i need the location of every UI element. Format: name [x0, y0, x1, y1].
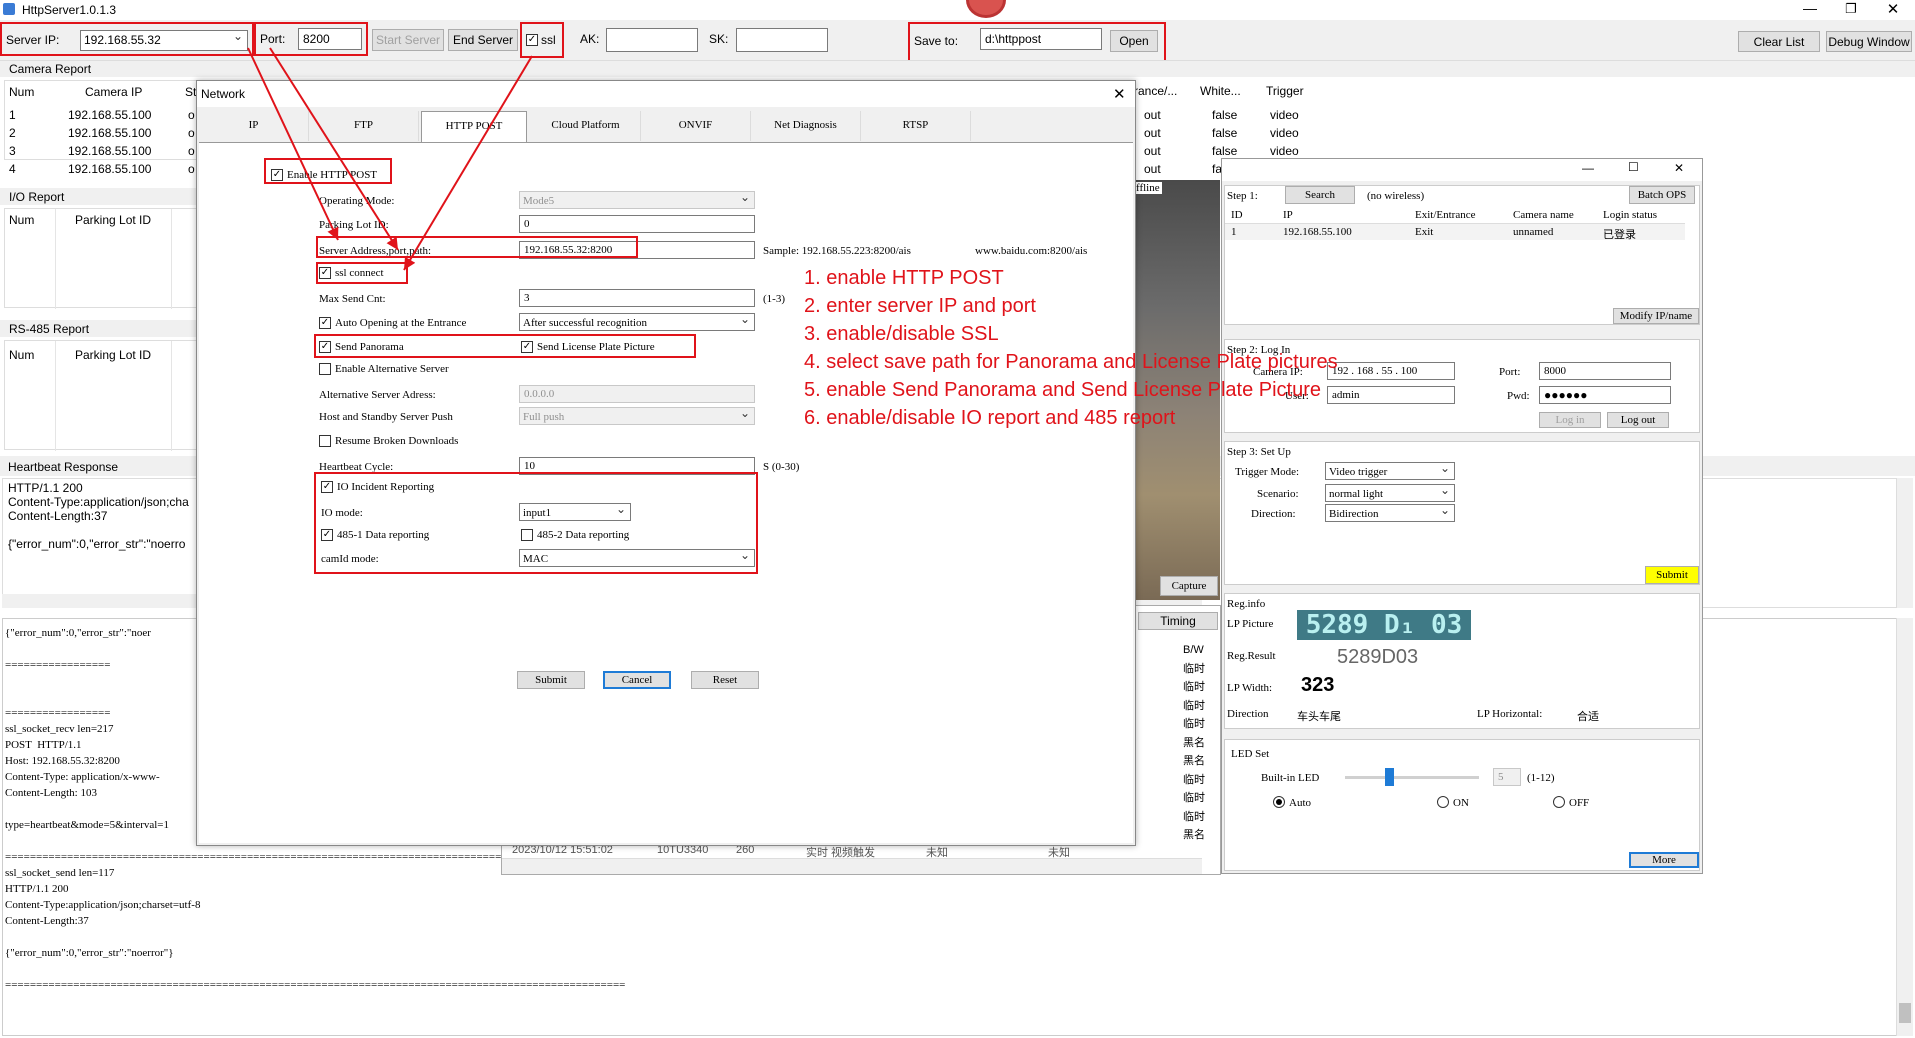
arrow-port [269, 47, 399, 251]
annotation-5: 5. enable Send Panorama and Send License… [804, 379, 1322, 401]
arrow-ssl [403, 55, 533, 271]
annotation-arrows [247, 47, 533, 271]
arrow-server-ip [247, 47, 339, 241]
annotation-3: 3. enable/disable SSL [804, 323, 999, 345]
annotation-4: 4. select save path for Panorama and Lic… [804, 351, 1338, 373]
annotation-6: 6. enable/disable IO report and 485 repo… [804, 407, 1176, 429]
annotation-1: 1. enable HTTP POST [804, 267, 1004, 289]
annotation-2: 2. enter server IP and port [804, 295, 1036, 317]
